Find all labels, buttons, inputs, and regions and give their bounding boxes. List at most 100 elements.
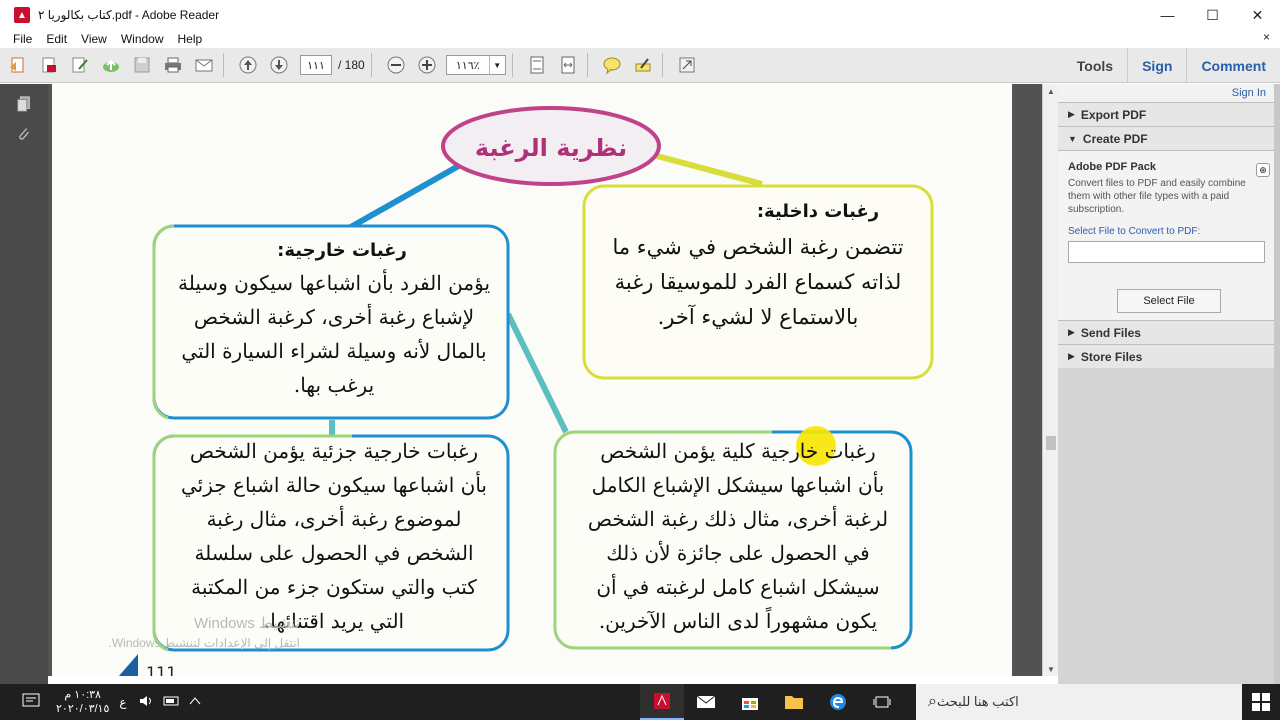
scroll-thumb[interactable] xyxy=(1046,436,1056,450)
tab-sign[interactable]: Sign xyxy=(1127,48,1186,83)
tab-tools[interactable]: Tools xyxy=(1063,48,1127,83)
create-pdf-tool-button[interactable] xyxy=(5,52,31,78)
expand-icon xyxy=(679,57,695,73)
pdf-pack-panel: ⊕ Adobe PDF Pack Convert files to PDF an… xyxy=(1058,150,1280,320)
external-line-3: بالمال لأنه وسيلة لشراء السيارة التي xyxy=(181,338,486,363)
toolbar-separator xyxy=(511,53,513,77)
scroll-down-icon[interactable]: ▼ xyxy=(1043,662,1059,676)
clock[interactable]: ١٠:٣٨ م ٢٠٢٠/٠٣/١٥ xyxy=(56,688,109,716)
triangle-down-icon: ▼ xyxy=(1068,133,1077,144)
store-files-section[interactable]: ▶ Store Files xyxy=(1058,344,1280,368)
plus-circle-icon xyxy=(418,56,436,74)
total-line-2: بأن اشباعها سيشكل الإشباع الكامل xyxy=(592,471,885,498)
printer-icon xyxy=(165,57,181,73)
email-button[interactable] xyxy=(191,52,217,78)
menu-file[interactable]: File xyxy=(0,32,39,46)
menu-view[interactable]: View xyxy=(74,32,114,46)
toolbar-separator xyxy=(370,53,372,77)
fit-width-button[interactable] xyxy=(555,52,581,78)
previous-page-button[interactable] xyxy=(235,52,261,78)
zoom-value: ١١٦٪ xyxy=(455,59,480,72)
attachments-button[interactable] xyxy=(14,124,34,144)
search-icon: ⌕ xyxy=(928,693,937,710)
file-path-input[interactable] xyxy=(1068,241,1265,263)
export-pdf-section[interactable]: ▶ Export PDF xyxy=(1058,102,1280,126)
taskbar: ١٠:٣٨ م ٢٠٢٠/٠٣/١٥ ع اكتب هنا للبحث ⌕ xyxy=(0,684,1280,720)
menu-window[interactable]: Window xyxy=(114,32,171,46)
zoom-in-button[interactable] xyxy=(414,52,440,78)
connector-center-external xyxy=(340,161,464,235)
speech-bubble-icon xyxy=(603,57,621,75)
triangle-right-icon: ▶ xyxy=(1068,109,1075,119)
zoom-out-button[interactable] xyxy=(383,52,409,78)
scroll-up-icon[interactable]: ▲ xyxy=(1043,84,1059,98)
toolbar-separator xyxy=(586,53,588,77)
external-line-1: يؤمن الفرد بأن اشباعها سيكون وسيلة xyxy=(178,269,490,295)
zoom-select[interactable]: ١١٦٪ ▼ xyxy=(445,55,506,75)
internal-line-2: لذاته كسماع الفرد للموسيقا رغبة xyxy=(615,270,902,295)
taskbar-task-view[interactable] xyxy=(860,684,904,720)
start-button[interactable] xyxy=(1242,684,1280,720)
folder-icon xyxy=(785,696,803,709)
taskbar-file-explorer[interactable] xyxy=(772,684,816,720)
cloud-upload-icon xyxy=(103,59,119,72)
task-view-icon xyxy=(873,696,891,708)
page-thumbnails-button[interactable] xyxy=(14,94,34,114)
window-title: كتاب بكالوريا ٢.pdf - Adobe Reader xyxy=(38,8,220,22)
close-document-button[interactable]: × xyxy=(1263,30,1270,44)
page-thumbnails-icon xyxy=(17,96,30,112)
edit-pdf-button[interactable] xyxy=(36,52,62,78)
internal-line-3: بالاستماع لا لشيء آخر. xyxy=(658,303,859,330)
toolbar-separator xyxy=(661,53,663,77)
taskbar-store[interactable] xyxy=(728,684,772,720)
clock-date: ٢٠٢٠/٠٣/١٥ xyxy=(56,703,110,715)
action-center-icon xyxy=(22,693,40,706)
taskbar-acrobat[interactable] xyxy=(640,684,684,720)
create-pdf-label: Create PDF xyxy=(1082,131,1148,146)
full-screen-button[interactable] xyxy=(674,52,700,78)
volume-icon[interactable] xyxy=(139,694,155,711)
document-view[interactable]: نظرية الرغبة رغبات داخلية: تتضمن رغبة ال… xyxy=(48,84,1042,676)
fit-page-button[interactable] xyxy=(524,52,550,78)
page-number-input[interactable]: ١١١ xyxy=(300,55,332,75)
save-button[interactable] xyxy=(129,52,155,78)
sign-in-link[interactable]: Sign In xyxy=(1058,84,1280,102)
page-number: 111 xyxy=(146,663,177,676)
language-indicator[interactable]: ع xyxy=(119,695,126,709)
battery-icon[interactable] xyxy=(163,695,181,710)
triangle-right-icon: ▶ xyxy=(1068,327,1075,337)
minimize-button[interactable]: — xyxy=(1145,0,1190,30)
print-button[interactable] xyxy=(160,52,186,78)
panel-scrollbar[interactable] xyxy=(1274,84,1280,684)
taskbar-edge[interactable] xyxy=(816,684,860,720)
maximize-button[interactable]: ☐ xyxy=(1190,0,1235,30)
windows-logo-icon xyxy=(1252,693,1270,711)
minus-circle-icon xyxy=(387,56,405,74)
comment-button[interactable] xyxy=(599,52,625,78)
vertical-scrollbar[interactable]: ▲ ▼ xyxy=(1042,84,1058,676)
chevron-down-icon[interactable]: ▼ xyxy=(488,56,505,74)
next-page-button[interactable] xyxy=(266,52,292,78)
toolbar-separator xyxy=(223,53,224,77)
taskbar-search[interactable]: اكتب هنا للبحث ⌕ xyxy=(916,684,1242,720)
select-file-button[interactable]: Select File xyxy=(1117,289,1221,313)
close-button[interactable]: ✕ xyxy=(1235,0,1280,30)
notification-icon[interactable] xyxy=(22,693,40,712)
send-files-section[interactable]: ▶ Send Files xyxy=(1058,320,1280,344)
mind-map-diagram: نظرية الرغبة رغبات داخلية: تتضمن رغبة ال… xyxy=(118,106,934,676)
tray-overflow-icon[interactable] xyxy=(189,696,201,709)
highlight-button[interactable] xyxy=(630,52,656,78)
upload-button[interactable] xyxy=(98,52,124,78)
taskbar-mail[interactable] xyxy=(684,684,728,720)
pinned-apps xyxy=(640,684,904,720)
create-pdf-section[interactable]: ▼ Create PDF xyxy=(1058,126,1280,150)
tab-comment[interactable]: Comment xyxy=(1186,48,1280,83)
activation-title: تنشيط Windows xyxy=(194,615,300,632)
chevron-up-icon xyxy=(189,696,200,704)
fill-sign-button[interactable] xyxy=(67,52,93,78)
battery-icon-shape xyxy=(163,696,179,705)
menu-edit[interactable]: Edit xyxy=(39,32,74,46)
fit-width-icon xyxy=(561,56,575,74)
partial-line-5: كتب والتي ستكون جزء من المكتبة xyxy=(191,575,477,599)
menu-help[interactable]: Help xyxy=(171,32,210,46)
